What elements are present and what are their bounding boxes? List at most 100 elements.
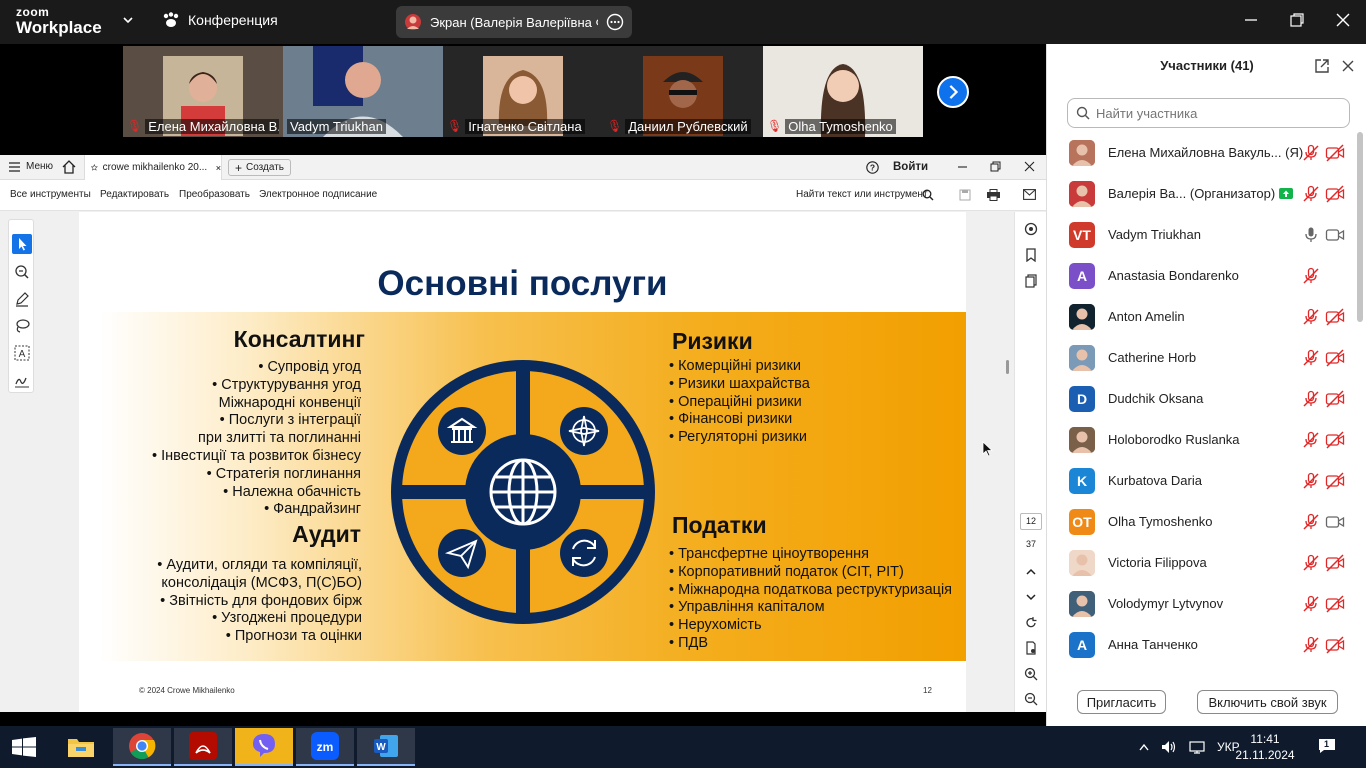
video-off-icon[interactable] (1325, 430, 1345, 449)
more-options-icon[interactable] (606, 13, 624, 31)
mic-muted-icon[interactable] (1302, 431, 1320, 449)
document-settings-icon[interactable] (1024, 641, 1038, 655)
close-icon[interactable] (1335, 12, 1351, 28)
video-off-icon[interactable] (1325, 553, 1345, 572)
participant-row[interactable]: Catherine Horb (1047, 337, 1357, 378)
pop-out-icon[interactable] (1314, 58, 1330, 74)
star-icon[interactable] (91, 162, 98, 173)
show-hidden-icons-icon[interactable] (1139, 743, 1149, 751)
ai-assistant-icon[interactable] (1024, 222, 1038, 236)
mic-muted-icon[interactable] (1302, 185, 1320, 203)
email-icon[interactable] (1023, 189, 1036, 200)
save-icon[interactable] (959, 189, 971, 201)
video-tile[interactable]: 🎙 Ігнатенко Світлана (443, 46, 603, 137)
participant-row[interactable]: A Анна Танченко (1047, 624, 1357, 665)
clock[interactable]: 11:41 21.11.2024 (1230, 731, 1300, 763)
mic-muted-icon[interactable] (1302, 513, 1320, 531)
participant-row[interactable]: K Kurbatova Daria (1047, 460, 1357, 501)
video-on-icon[interactable] (1325, 513, 1345, 531)
search-input[interactable] (1096, 105, 1336, 121)
participant-row[interactable]: Anton Amelin (1047, 296, 1357, 337)
mic-muted-icon[interactable] (1302, 472, 1320, 490)
screen-share-indicator[interactable]: Экран (Валерія Валеріївна Фесе (396, 6, 632, 38)
restore-icon[interactable] (1289, 12, 1305, 28)
participant-row[interactable]: Volodymyr Lytvynov (1047, 583, 1357, 624)
mic-muted-icon[interactable] (1302, 636, 1320, 654)
participants-scrollbar[interactable] (1357, 132, 1363, 670)
chevron-up-icon[interactable] (1024, 565, 1038, 579)
chevron-down-icon[interactable] (1024, 590, 1038, 604)
mic-muted-icon[interactable] (1302, 308, 1320, 326)
unmute-self-button[interactable]: Включить свой звук (1197, 690, 1338, 714)
windows-start-icon[interactable] (12, 737, 36, 757)
video-off-icon[interactable] (1325, 471, 1345, 490)
comment-zoom-icon[interactable] (12, 262, 32, 282)
all-tools-button[interactable]: Все инструменты (10, 189, 91, 200)
menu-button[interactable]: Меню (9, 161, 53, 172)
video-off-icon[interactable] (1325, 307, 1345, 326)
close-tab-icon[interactable] (216, 164, 221, 172)
login-button[interactable]: Войти (893, 161, 928, 173)
chevron-down-icon[interactable] (122, 14, 134, 26)
notifications-button[interactable]: 1 (1318, 738, 1336, 754)
rotate-icon[interactable] (1024, 616, 1038, 630)
participant-row-partial[interactable] (1047, 665, 1357, 670)
close-icon[interactable] (1024, 161, 1035, 172)
participant-row[interactable]: VT Vadym Triukhan (1047, 214, 1357, 255)
video-tile[interactable]: 🎙 Елена Михайловна В... (123, 46, 283, 137)
video-off-icon[interactable] (1325, 594, 1345, 613)
page-number-field[interactable]: 12 (1020, 513, 1042, 530)
document-tab[interactable]: crowe mikhailenko 20... (84, 155, 222, 180)
mic-muted-icon[interactable] (1302, 349, 1320, 367)
meeting-title[interactable]: Конференция (162, 12, 278, 28)
participant-row[interactable]: A Anastasia Bondarenko (1047, 255, 1357, 296)
minimize-icon[interactable] (957, 161, 968, 172)
network-icon[interactable] (1189, 740, 1205, 754)
help-icon[interactable]: ? (866, 161, 879, 174)
new-tab-button[interactable]: + Создать (228, 159, 292, 176)
select-tool[interactable] (12, 234, 32, 254)
participant-row[interactable]: Holoborodko Ruslanka (1047, 419, 1357, 460)
mic-muted-icon[interactable] (1302, 595, 1320, 613)
pages-icon[interactable] (1024, 274, 1038, 288)
video-on-icon[interactable] (1325, 226, 1345, 244)
video-tile-active-speaker[interactable]: Vadym Triukhan (283, 46, 443, 137)
file-explorer-app[interactable] (52, 728, 110, 766)
close-panel-icon[interactable] (1341, 59, 1355, 73)
invite-button[interactable]: Пригласить (1077, 690, 1166, 714)
video-off-icon[interactable] (1325, 184, 1345, 203)
chrome-app[interactable] (113, 728, 171, 766)
volume-icon[interactable] (1161, 740, 1177, 754)
lasso-icon[interactable] (12, 316, 32, 336)
participant-row[interactable]: Валерія Ва... (Организатор) (1047, 173, 1357, 214)
video-off-icon[interactable] (1325, 635, 1345, 654)
signature-icon[interactable] (12, 370, 32, 390)
zoom-logo[interactable]: zoom Workplace (16, 6, 102, 36)
mic-muted-icon[interactable] (1302, 267, 1320, 285)
restore-icon[interactable] (990, 161, 1001, 172)
video-off-icon[interactable] (1325, 389, 1345, 408)
home-icon[interactable] (62, 160, 76, 174)
video-tile[interactable]: 🎙 Даниил Рублевский (603, 46, 763, 137)
print-icon[interactable] (987, 189, 1000, 201)
mic-on-icon[interactable] (1302, 226, 1320, 244)
participant-search[interactable] (1067, 98, 1350, 128)
participant-row[interactable]: Елена Михайловна Вакуль... (Я) (1047, 132, 1357, 173)
edit-button[interactable]: Редактировать (100, 189, 169, 200)
video-off-icon[interactable] (1325, 348, 1345, 367)
participant-row[interactable]: D Dudchik Oksana (1047, 378, 1357, 419)
mic-muted-icon[interactable] (1302, 554, 1320, 572)
viber-app[interactable] (235, 728, 293, 766)
video-off-icon[interactable] (1325, 143, 1345, 162)
search-icon[interactable] (922, 189, 934, 201)
zoom-out-icon[interactable] (1024, 692, 1038, 706)
zoom-app[interactable]: zm (296, 728, 354, 766)
bookmark-icon[interactable] (1024, 248, 1038, 262)
minimize-icon[interactable] (1243, 12, 1259, 28)
participant-row[interactable]: Victoria Filippova (1047, 542, 1357, 583)
participant-row[interactable]: OT Olha Tymoshenko (1047, 501, 1357, 542)
pen-icon[interactable] (12, 289, 32, 309)
convert-button[interactable]: Преобразовать (179, 189, 250, 200)
acrobat-app[interactable] (174, 728, 232, 766)
page-scrollbar[interactable] (1006, 360, 1009, 374)
